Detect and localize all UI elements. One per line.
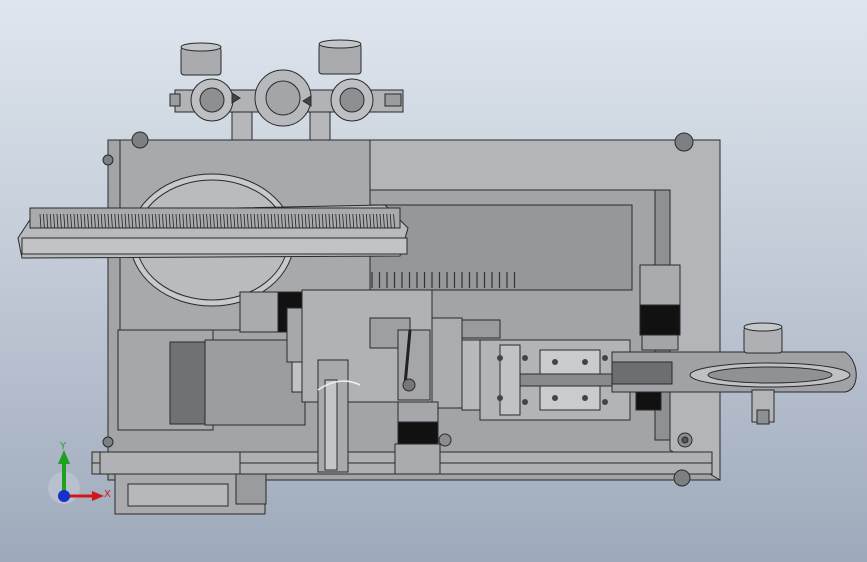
machine-model-top-view[interactable] bbox=[0, 0, 867, 562]
cad-viewport[interactable]: Y X bbox=[0, 0, 867, 562]
axis-y-label: Y bbox=[60, 441, 67, 452]
ribbon-feeder[interactable] bbox=[17, 204, 409, 259]
axis-x-label: X bbox=[104, 489, 111, 500]
gripper-carriage[interactable] bbox=[479, 339, 631, 421]
top-gauge-assembly[interactable] bbox=[169, 39, 404, 141]
